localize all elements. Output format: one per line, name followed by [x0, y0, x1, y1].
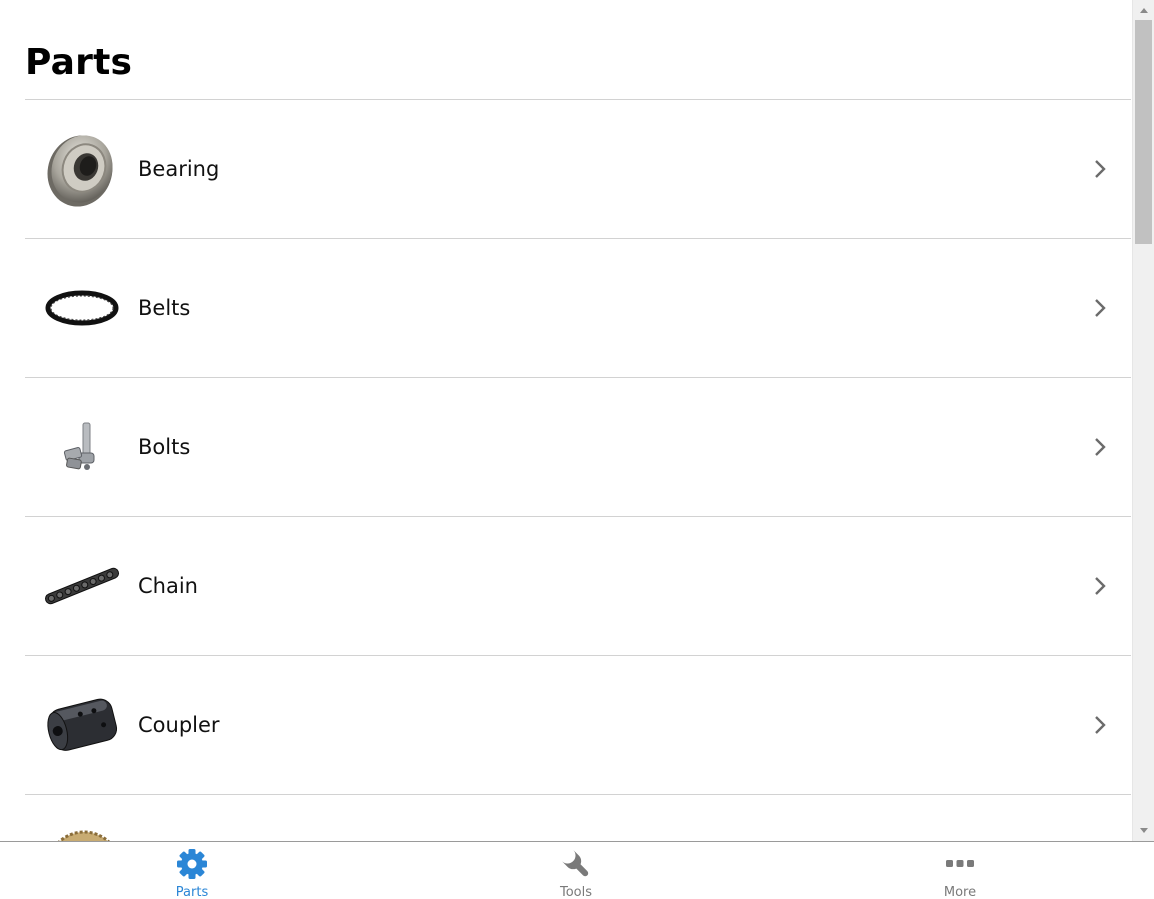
list-item-belts[interactable]: Belts	[25, 239, 1131, 378]
list-item-gear[interactable]	[25, 795, 1131, 841]
wrench-icon	[561, 849, 589, 877]
parts-list: Bearing Belts Bolts Chain Coupler	[25, 99, 1131, 841]
tab-label: More	[943, 885, 977, 899]
gear-image	[39, 819, 125, 841]
list-item-coupler[interactable]: Coupler	[25, 656, 1131, 795]
tab-tools[interactable]: Tools	[384, 842, 768, 899]
list-item-label: Bearing	[138, 157, 220, 181]
scroll-down-arrow-icon[interactable]	[1133, 821, 1154, 841]
more-dots-icon	[946, 860, 974, 867]
scroll-up-arrow-icon[interactable]	[1133, 0, 1154, 20]
vertical-scrollbar[interactable]	[1132, 0, 1154, 841]
chevron-right-icon	[1095, 160, 1106, 178]
tab-label: Parts	[175, 885, 209, 899]
list-item-bolts[interactable]: Bolts	[25, 378, 1131, 517]
list-item-chain[interactable]: Chain	[25, 517, 1131, 656]
list-item-label: Chain	[138, 574, 198, 598]
chevron-right-icon	[1095, 438, 1106, 456]
chevron-right-icon	[1095, 716, 1106, 734]
page-title: Parts	[25, 42, 133, 83]
gear-icon	[177, 849, 207, 879]
tab-label: Tools	[559, 885, 593, 899]
coupler-image	[39, 680, 125, 770]
bolts-image	[39, 402, 125, 492]
chevron-right-icon	[1095, 577, 1106, 595]
content-area: Parts Bearing Belts Bolts Chain Coupler	[0, 0, 1132, 841]
chevron-right-icon	[1095, 299, 1106, 317]
belt-image	[39, 263, 125, 353]
list-item-label: Belts	[138, 296, 191, 320]
list-item-bearing[interactable]: Bearing	[25, 100, 1131, 239]
scrollbar-thumb[interactable]	[1135, 20, 1152, 244]
tab-more[interactable]: More	[768, 842, 1152, 899]
list-item-label: Coupler	[138, 713, 220, 737]
list-item-label: Bolts	[138, 435, 191, 459]
bottom-tab-bar: Parts Tools More	[0, 841, 1154, 899]
tab-parts[interactable]: Parts	[0, 842, 384, 899]
chain-image	[39, 541, 125, 631]
bearing-image	[39, 124, 125, 214]
